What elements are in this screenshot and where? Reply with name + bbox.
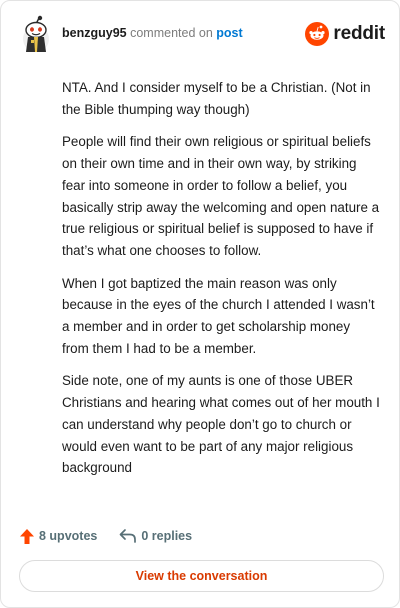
reddit-brand-logo[interactable]: reddit [305,21,385,47]
replies-count: 0 replies [141,529,193,543]
comment-body: NTA. And I consider myself to be a Chris… [62,77,380,490]
reddit-wordmark: reddit [333,23,385,44]
comment-meta: benzguy95 commented on post [62,26,243,40]
comment-paragraph: NTA. And I consider myself to be a Chris… [62,80,371,117]
upvote-arrow-icon [20,528,34,544]
comment-paragraph: Side note, one of my aunts is one of tho… [62,373,380,476]
upvotes-count: 8 upvotes [39,529,98,543]
post-link[interactable]: post [216,26,242,40]
replies-button[interactable]: 0 replies [119,528,192,544]
upvotes-button[interactable]: 8 upvotes [19,528,97,545]
comment-paragraph: When I got baptized the main reason was … [62,275,375,356]
reddit-logo-icon [305,22,330,46]
username-link[interactable]: benzguy95 [62,26,127,40]
comment-paragraph: People will find their own religious or … [62,134,380,258]
view-conversation-button[interactable]: View the conversation [19,560,384,592]
reply-arrow-icon [120,529,137,543]
comment-header: benzguy95 commented on post reddit [19,15,385,55]
comment-embed-card: benzguy95 commented on post reddit NTA. … [0,0,400,608]
user-avatar[interactable] [19,15,53,53]
comment-actions: 8 upvotes 0 replies [19,525,192,547]
snoo-avatar-icon [23,15,49,52]
commented-on-text: commented on [130,26,213,40]
